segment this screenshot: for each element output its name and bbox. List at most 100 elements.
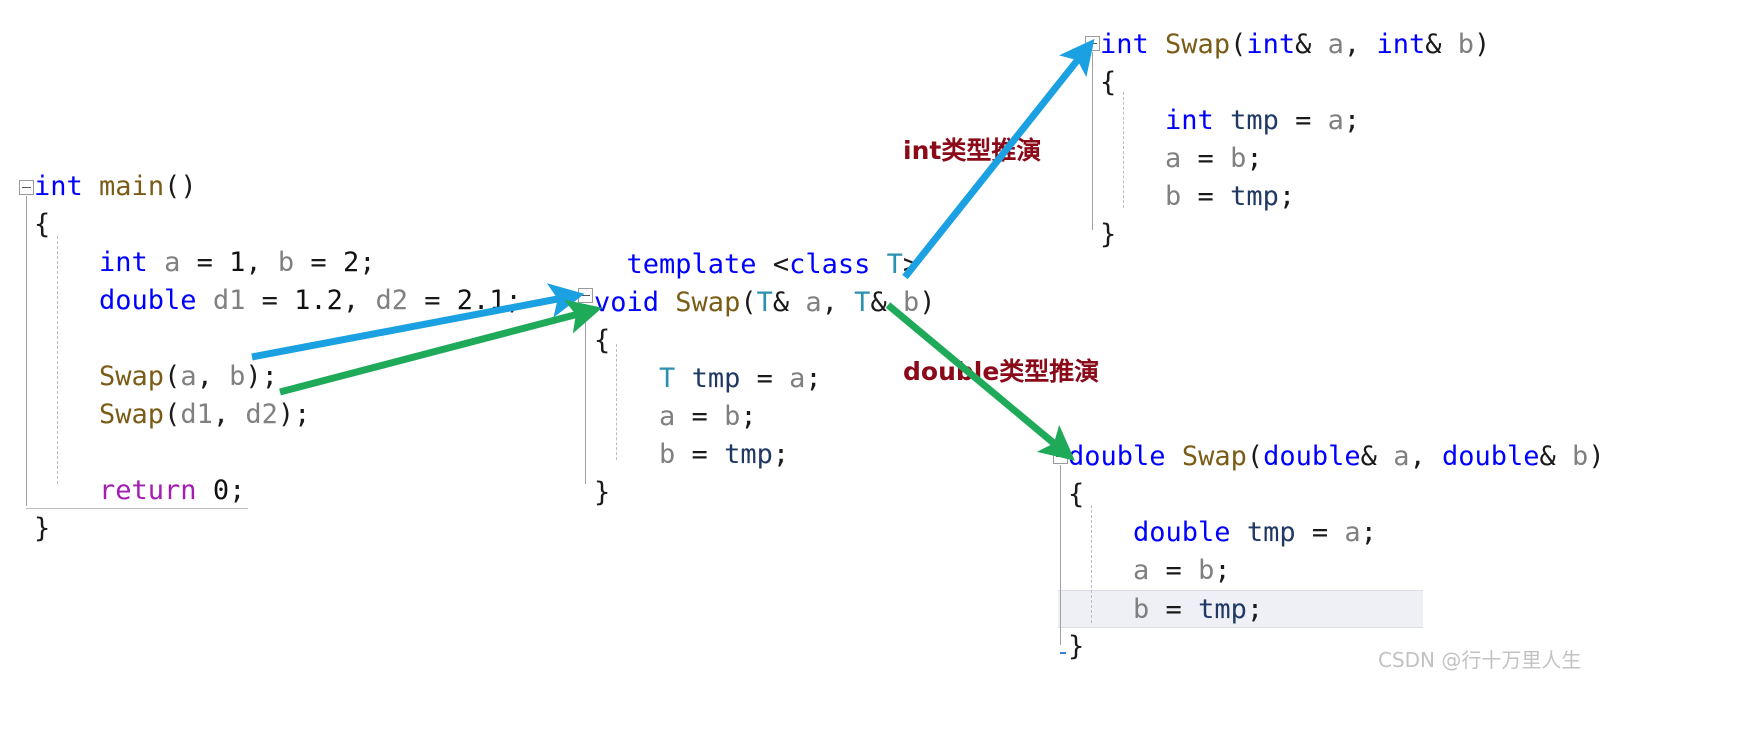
code-token: =: [1149, 555, 1199, 586]
code-token: double: [1441, 441, 1540, 472]
collapse-toggle-icon-int[interactable]: [1085, 36, 1100, 51]
code-token: ): [1474, 29, 1491, 60]
code-token: b: [659, 439, 676, 470]
code-token: =: [407, 285, 457, 316]
code-token: b: [1457, 29, 1475, 60]
indent-guide-main: [57, 236, 58, 484]
scope-guide-int: [1092, 52, 1093, 230]
code-token: ,: [342, 285, 376, 316]
scope-guide-double: [1060, 465, 1061, 645]
code-token: int: [1100, 29, 1149, 60]
code-token: >: [902, 249, 920, 280]
code-token: class: [789, 249, 871, 280]
collapse-toggle-icon-double[interactable]: [1053, 449, 1068, 464]
code-token: ;: [805, 363, 822, 394]
code-token: (: [1230, 29, 1247, 60]
code-token: 1: [229, 247, 246, 278]
code-token: 2: [342, 247, 360, 278]
code-token: &: [1425, 29, 1442, 60]
code-token: ,: [1409, 441, 1442, 472]
code-token: 2.1: [456, 285, 506, 316]
code-token: T: [659, 363, 676, 394]
code-token: =: [675, 401, 725, 432]
code-line: {: [34, 206, 522, 244]
code-token: ,: [245, 247, 278, 278]
code-token: Swap: [675, 287, 741, 318]
code-token: a: [1133, 555, 1150, 586]
code-token: &: [1539, 441, 1556, 472]
code-line: return 0;: [34, 472, 522, 510]
scope-guide-main: [26, 196, 27, 506]
code-token: &: [870, 287, 887, 318]
indent-guide-double: [1091, 505, 1092, 623]
code-token: a: [164, 247, 181, 278]
code-token: Swap: [99, 399, 165, 430]
code-line: {: [594, 322, 936, 360]
code-token: a: [1327, 105, 1344, 136]
code-line: int Swap(int& a, int& b): [1100, 26, 1490, 64]
code-line: b = tmp;: [594, 436, 936, 474]
code-token: b: [902, 287, 920, 318]
code-token: d2: [245, 399, 278, 430]
code-token: );: [245, 361, 278, 392]
collapse-toggle-icon-template[interactable]: [578, 288, 593, 303]
template-swap-block: template <class T> void Swap(T& a, T& b){…: [594, 246, 936, 512]
code-token: (: [164, 361, 181, 392]
code-token: }: [1100, 219, 1117, 250]
code-token: }: [34, 513, 51, 544]
code-token: =: [1181, 143, 1231, 174]
code-token: d1: [180, 399, 213, 430]
code-token: return: [99, 475, 197, 506]
code-token: ;: [772, 439, 790, 470]
collapse-toggle-icon-main[interactable]: [19, 180, 34, 195]
code-token: );: [277, 399, 311, 430]
code-token: a: [180, 361, 197, 392]
code-line: int main(): [34, 168, 522, 206]
csdn-watermark: CSDN @行十万里人生: [1378, 648, 1582, 672]
code-token: {: [594, 325, 611, 356]
code-token: ;: [505, 285, 522, 316]
code-line: void Swap(T& a, T& b): [594, 284, 936, 322]
annotation-int-deduction: int类型推演: [903, 136, 1042, 165]
code-token: d1: [212, 285, 246, 316]
code-token: double: [1068, 441, 1166, 472]
code-token: 1.2: [294, 285, 343, 316]
code-line: b = tmp;: [1100, 178, 1490, 216]
code-line: double Swap(double& a, double& b): [1068, 438, 1605, 476]
code-token: T: [886, 249, 903, 280]
code-line: {: [1068, 476, 1605, 514]
code-token: &: [772, 287, 790, 318]
code-token: =: [245, 285, 295, 316]
code-token: double: [1263, 441, 1361, 472]
indent-guide-template: [616, 344, 617, 460]
code-token: tmp: [1230, 105, 1279, 136]
annotation-double-deduction: double类型推演: [903, 357, 1100, 386]
code-token: <: [772, 249, 790, 280]
code-line: template <class T>: [594, 246, 936, 284]
code-token: ;: [229, 475, 246, 506]
code-token: a: [1327, 29, 1344, 60]
code-token: (: [1246, 441, 1264, 472]
code-token: ;: [740, 401, 757, 432]
code-line: T tmp = a;: [594, 360, 936, 398]
code-token: int: [1246, 29, 1296, 60]
code-token: =: [1149, 594, 1199, 625]
block-underline-main: [26, 508, 248, 509]
code-token: int: [34, 171, 83, 202]
code-token: b: [229, 361, 246, 392]
code-token: ;: [1343, 105, 1361, 136]
